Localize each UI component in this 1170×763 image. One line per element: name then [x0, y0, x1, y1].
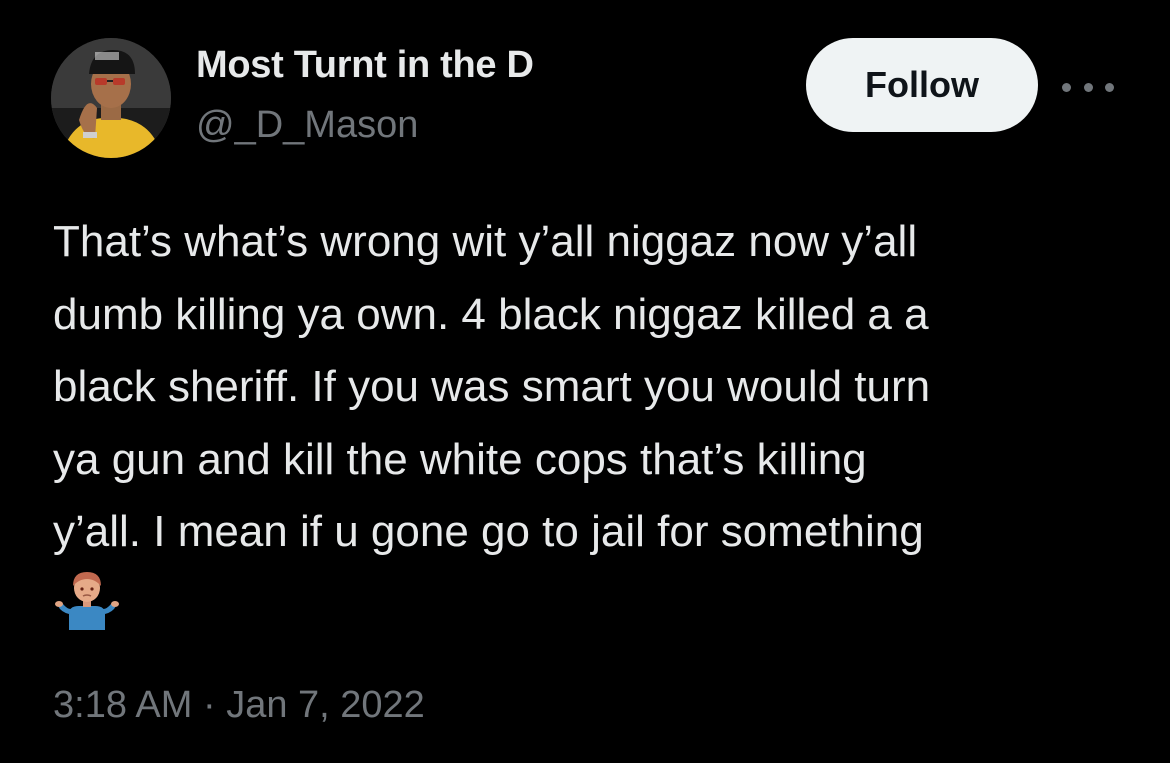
tweet-timestamp[interactable]: 3:18 AM · Jan 7, 2022 [53, 684, 425, 727]
person-shrugging-emoji [55, 568, 119, 632]
tweet-card: Most Turnt in the D @_D_Mason Follow Tha… [0, 0, 1170, 763]
dot-3 [1105, 82, 1114, 92]
ellipsis-icon[interactable] [1062, 72, 1114, 102]
follow-button[interactable]: Follow [806, 38, 1038, 132]
follow-button-label: Follow [865, 64, 979, 105]
dot-1 [1062, 82, 1071, 92]
avatar[interactable] [51, 38, 171, 158]
profile-photo [51, 38, 171, 158]
dot-2 [1083, 82, 1093, 92]
user-handle[interactable]: @_D_Mason [196, 104, 418, 147]
display-name[interactable]: Most Turnt in the D [196, 44, 534, 87]
tweet-text: That’s what’s wrong wit y’all niggaz now… [53, 217, 931, 556]
